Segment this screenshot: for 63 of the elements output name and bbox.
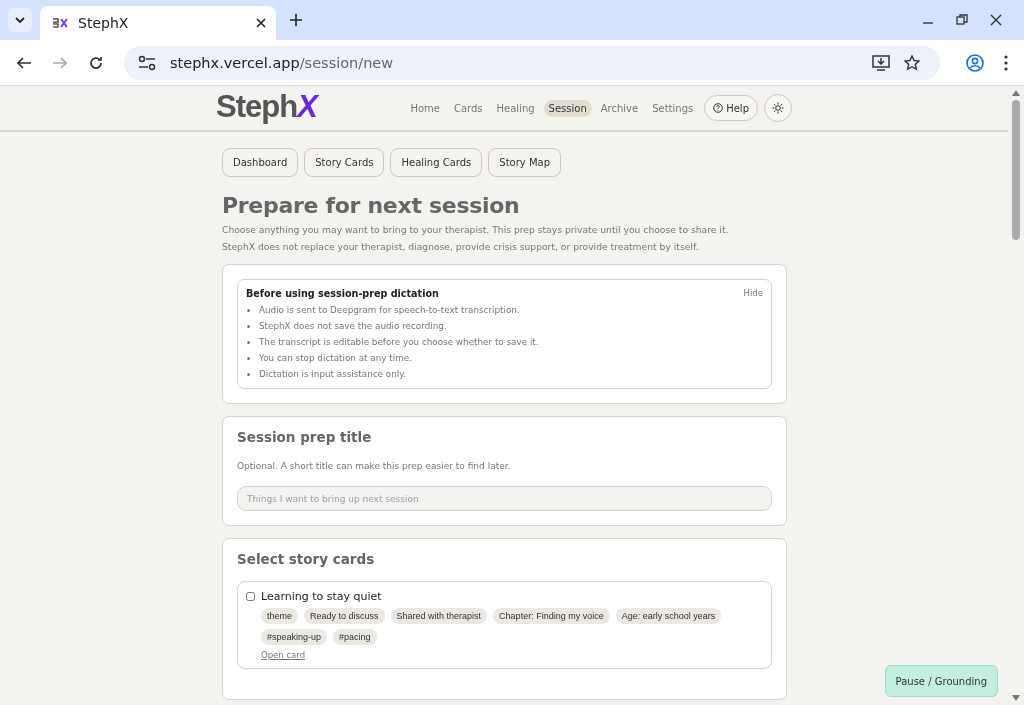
scroll-up-icon[interactable] (1012, 90, 1020, 96)
section-heading: Session prep title (237, 429, 373, 445)
theme-button[interactable] (764, 94, 792, 122)
bullet-icon (247, 340, 250, 344)
pause-grounding-button[interactable]: Pause / Grounding (884, 665, 998, 697)
tag: Age: early school years (615, 608, 722, 624)
tag: Chapter: Finding my voice (493, 608, 610, 624)
subnav-button[interactable]: Healing Cards (390, 148, 483, 177)
notice-item: StephX does not save the audio recording. (259, 321, 447, 331)
bullet-icon (247, 356, 250, 360)
help-button[interactable]: Help (704, 95, 758, 121)
restore-icon[interactable] (956, 14, 968, 26)
notice-item: The transcript is editable before you choose whether to save it. (259, 337, 539, 347)
notice-item: You can stop dictation at any time. (259, 353, 412, 363)
intro-text: Choose anything you may want to bring to your therapist. This prep stays private until you choose to share it. (222, 224, 730, 235)
reload-icon[interactable] (88, 54, 104, 71)
hint-text: Optional. A short title can make this prep easier to find later. (237, 461, 512, 471)
notice-item: Audio is sent to Deepgram for speech-to-text transcription. (259, 305, 520, 315)
tag: #pacing (333, 629, 377, 645)
logo[interactable]: StephX (216, 89, 317, 125)
scrollbar-thumb[interactable] (1012, 100, 1020, 240)
hide-link[interactable]: Hide (743, 288, 763, 298)
notice-title: Before using session-prep dictation (246, 288, 439, 299)
chevron-down-icon (14, 14, 26, 26)
intro-text: StephX does not replace your therapist, diagnose, provide crisis support, or provide treatment by itself. (222, 241, 700, 252)
nav-link[interactable]: Session (543, 99, 592, 117)
bullet-icon (247, 372, 250, 376)
nav-link[interactable]: Settings (647, 99, 699, 117)
notice-item: Dictation is input assistance only. (259, 369, 406, 379)
nav-link[interactable]: Home (405, 99, 445, 117)
profile-icon[interactable] (966, 53, 984, 72)
tag: Shared with therapist (390, 608, 488, 624)
install-icon[interactable] (872, 54, 890, 71)
card-title: Learning to stay quiet (261, 590, 382, 603)
browser-tab[interactable]: StephX (40, 6, 276, 40)
open-card-link[interactable]: Open card (261, 650, 306, 660)
site-settings-icon[interactable] (138, 54, 156, 71)
menu-icon[interactable] (1004, 54, 1008, 71)
bullet-icon (247, 308, 250, 312)
question-icon (713, 103, 724, 113)
sun-icon (772, 102, 784, 114)
section-heading: Select story cards (237, 551, 376, 567)
close-icon[interactable] (256, 18, 266, 28)
page-title: Prepare for next session (222, 193, 521, 218)
tag: #speaking-up (261, 629, 328, 645)
tag: theme (261, 608, 298, 624)
nav-link[interactable]: Archive (595, 99, 644, 117)
tag: Ready to discuss (304, 608, 385, 624)
new-tab-icon[interactable] (290, 14, 302, 26)
subnav-button[interactable]: Dashboard (222, 148, 299, 177)
subnav-button[interactable]: Story Cards (304, 148, 385, 177)
nav-link[interactable]: Healing (491, 99, 540, 117)
scroll-down-icon[interactable] (1012, 695, 1020, 701)
address-field[interactable]: stephx.vercel.app/session/new (124, 45, 940, 80)
back-icon[interactable] (16, 54, 32, 71)
checkbox[interactable] (246, 592, 255, 601)
tab-list-button[interactable] (8, 8, 32, 32)
subnav-button[interactable]: Story Map (488, 148, 561, 177)
favicon-icon (52, 17, 68, 29)
close-icon[interactable] (990, 14, 1002, 26)
nav-link[interactable]: Cards (448, 99, 488, 117)
star-icon[interactable] (904, 54, 920, 71)
bullet-icon (247, 324, 250, 328)
